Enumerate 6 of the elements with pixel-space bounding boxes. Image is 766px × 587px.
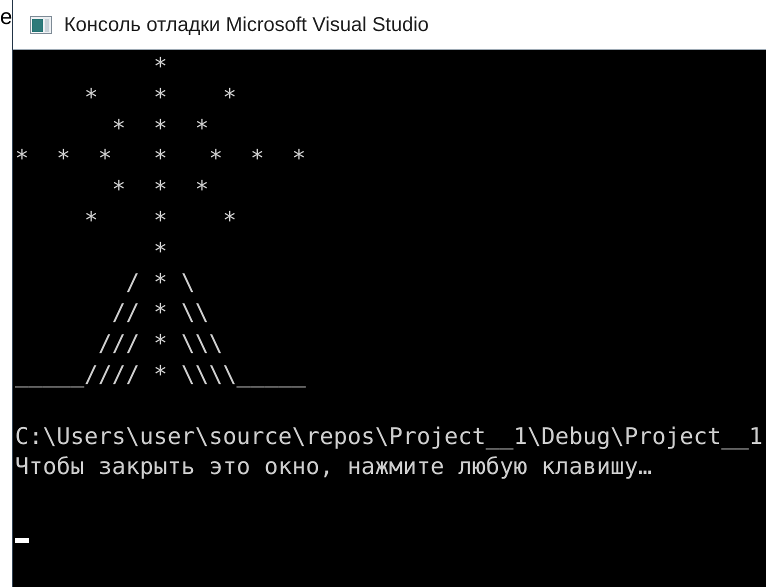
console-line: Чтобы закрыть это окно, нажмите любую клавишу… (15, 454, 652, 480)
ascii-art: * * * * * * * * * * * * * * * * * * * * * / * \ // * \\ /// * \\\ _____//// * \\\\_____ (15, 53, 306, 390)
window-title: Консоль отладки Microsoft Visual Studio (64, 12, 429, 38)
background-text: e (0, 6, 12, 28)
console-app-icon (30, 16, 52, 34)
console-line: C:\Users\user\source\repos\Project__1\Debug\Project__1 (15, 424, 763, 450)
